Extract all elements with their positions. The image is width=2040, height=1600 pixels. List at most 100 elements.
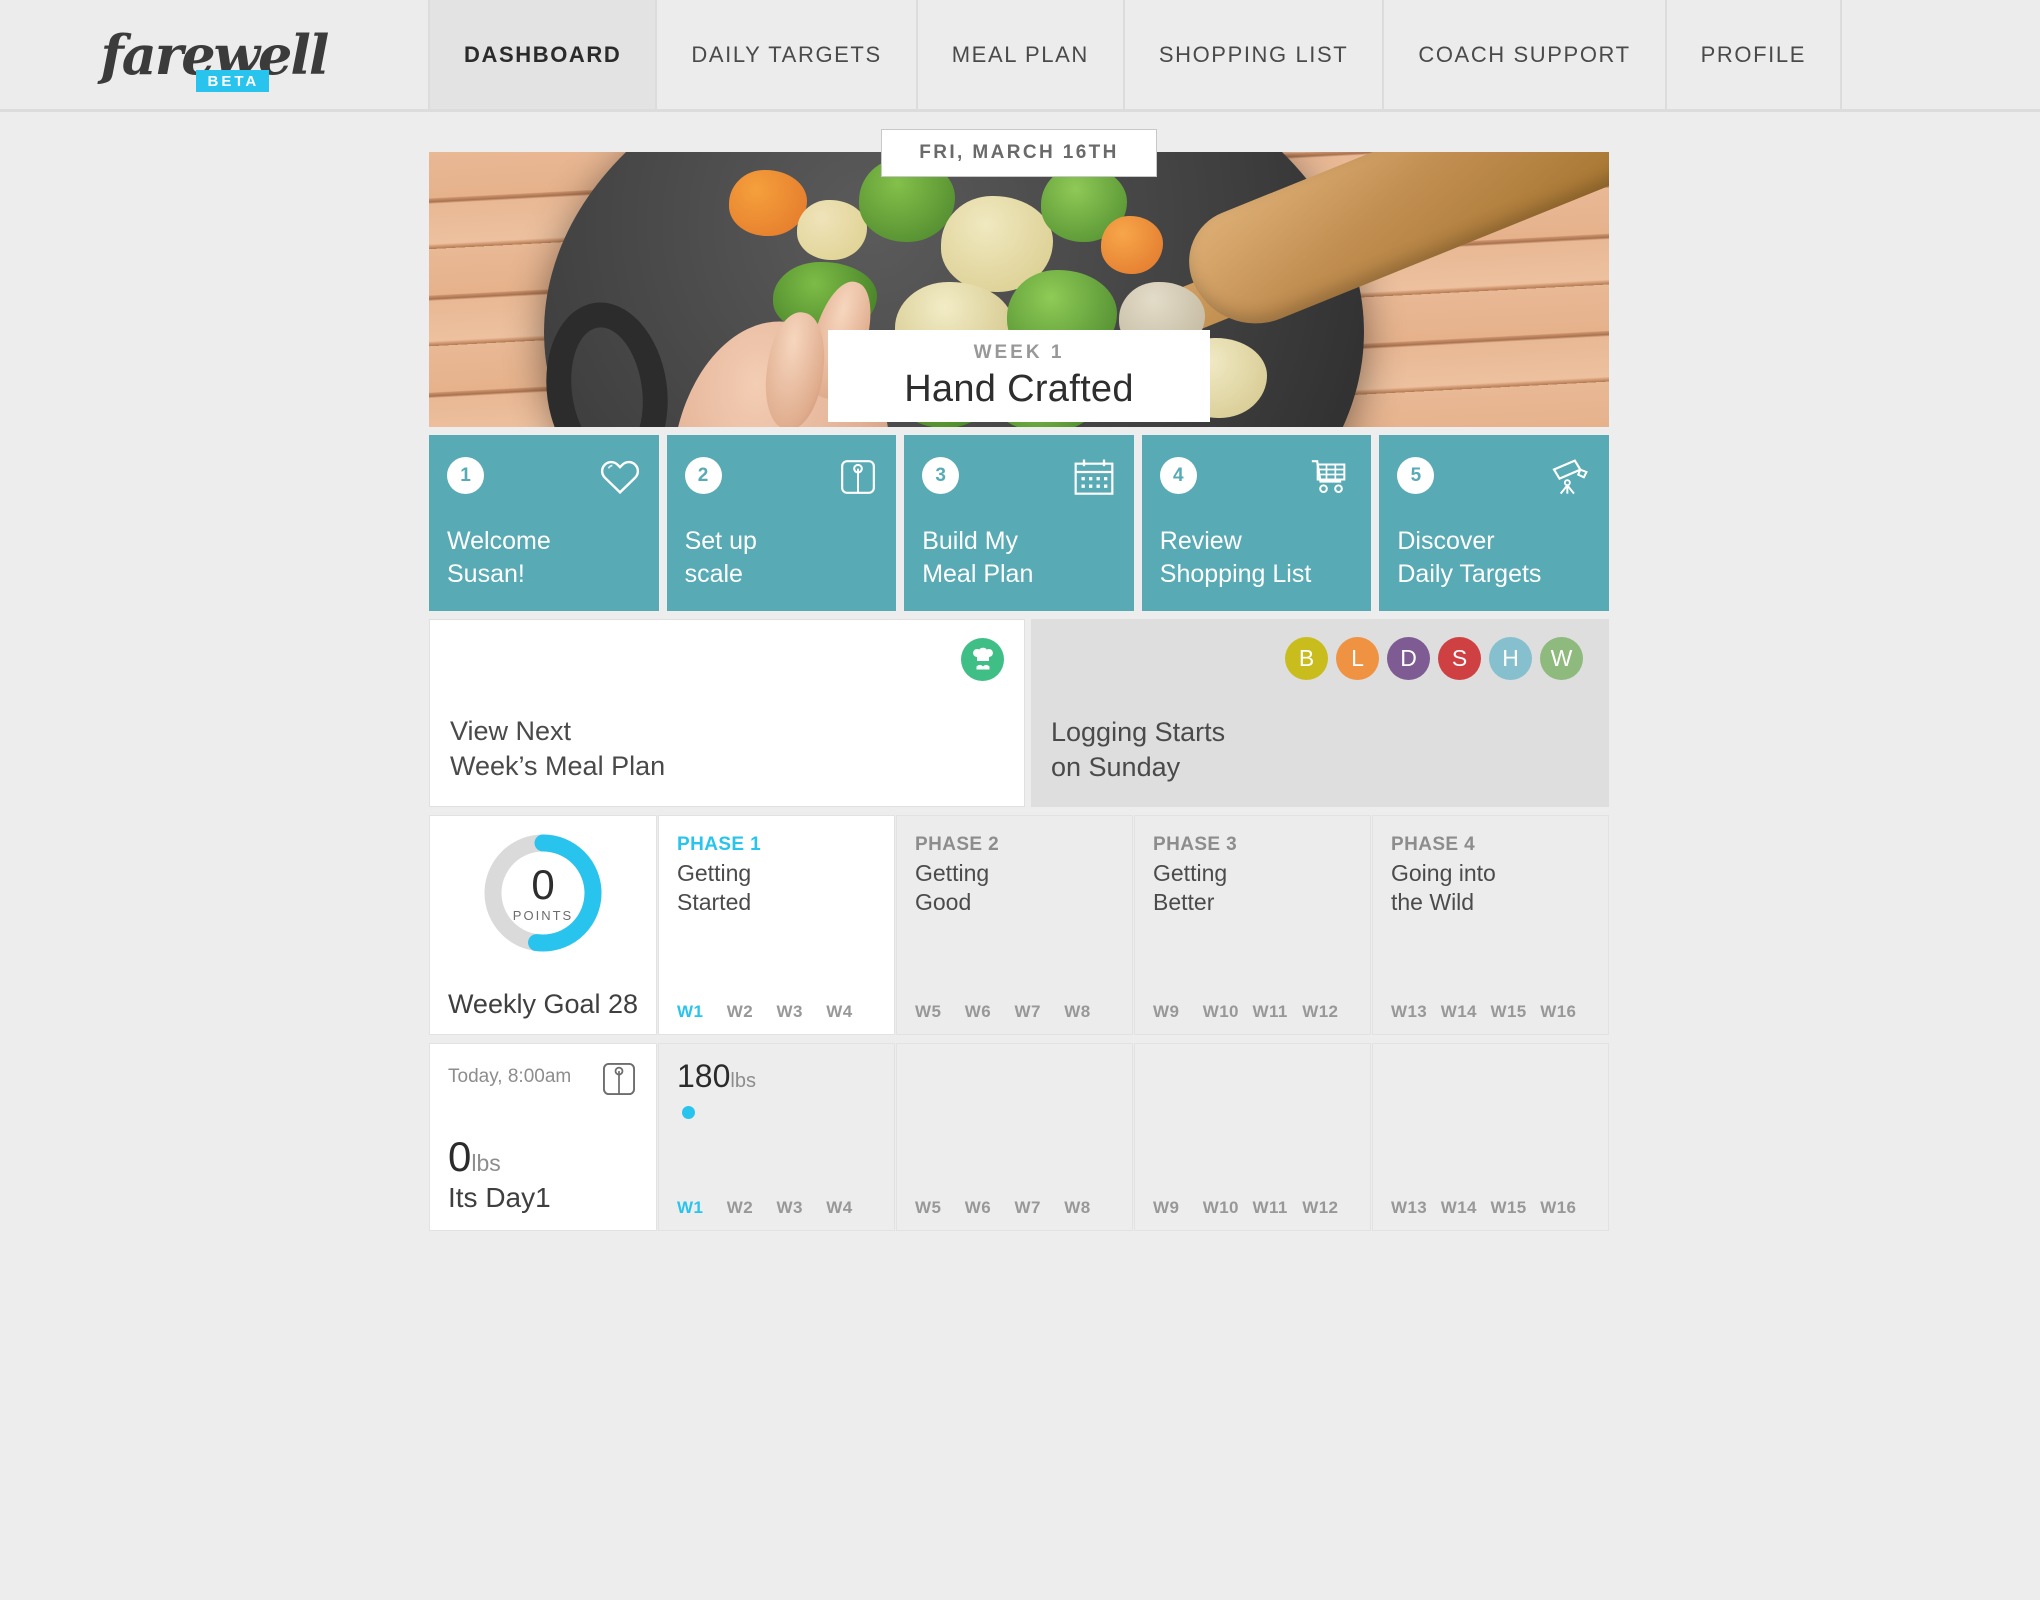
chart-week-tick-w5[interactable]: W5 xyxy=(915,1198,965,1218)
chart-week-tick-w2[interactable]: W2 xyxy=(727,1198,777,1218)
points-value: 0 xyxy=(531,860,555,908)
week-tick-w3[interactable]: W3 xyxy=(777,1002,827,1022)
phase-2-line2: Good xyxy=(915,889,972,916)
meal-dot-lunch[interactable]: L xyxy=(1336,637,1379,680)
chart-week-tick-w8[interactable]: W8 xyxy=(1064,1198,1114,1218)
week-tick-w6[interactable]: W6 xyxy=(965,1002,1015,1022)
weight-chart-group-4[interactable]: W13 W14 W15 W16 xyxy=(1372,1043,1609,1231)
phase-3-weeks: W9 W10 W11 W12 xyxy=(1153,1002,1352,1022)
phase-2-header: PHASE 2 xyxy=(915,834,1000,855)
phase-column-4[interactable]: PHASE 4 Going into the Wild W13 W14 W15 … xyxy=(1372,815,1609,1035)
weight-chart-group-2[interactable]: W5 W6 W7 W8 xyxy=(896,1043,1133,1231)
chart-week-tick-w1[interactable]: W1 xyxy=(677,1198,727,1218)
dashboard-content: FRI, MARCH 16TH WEEK 1 Hand Crafted 1 We… xyxy=(429,112,1609,1231)
week-tick-w13[interactable]: W13 xyxy=(1391,1002,1441,1022)
week-tick-w12[interactable]: W12 xyxy=(1302,1002,1352,1022)
phase-progress-row: 0 POINTS Weekly Goal 28 PHASE 1 Getting … xyxy=(429,815,1609,1035)
phase-1-description: Getting Started xyxy=(677,859,876,918)
weight-chart-weeks-2: W5 W6 W7 W8 xyxy=(915,1198,1114,1218)
chart-week-tick-w9[interactable]: W9 xyxy=(1153,1198,1203,1218)
week-tick-w16[interactable]: W16 xyxy=(1540,1002,1590,1022)
week-tick-w1[interactable]: W1 xyxy=(677,1002,727,1022)
chart-week-tick-w7[interactable]: W7 xyxy=(1015,1198,1065,1218)
step-card-scale[interactable]: 2 Set up scale xyxy=(666,435,897,611)
week-tick-w2[interactable]: W2 xyxy=(727,1002,777,1022)
phase-2-line1: Getting xyxy=(915,860,990,886)
meal-plan-card-label: View Next Week’s Meal Plan xyxy=(450,714,1004,784)
brand-logo[interactable]: farewell BETA xyxy=(0,0,430,109)
chart-week-tick-w15[interactable]: W15 xyxy=(1491,1198,1541,1218)
step-card-welcome[interactable]: 1 Welcome Susan! xyxy=(429,435,659,611)
tab-dashboard[interactable]: DASHBOARD xyxy=(430,0,658,109)
weight-chart-group-1[interactable]: 180lbs W1 W2 W3 W4 xyxy=(658,1043,895,1231)
scale-icon xyxy=(603,1063,635,1095)
nav-filler xyxy=(1842,0,2040,109)
phase-column-2[interactable]: PHASE 2 Getting Good W5 W6 W7 W8 xyxy=(896,815,1133,1035)
meal-dot-hydration[interactable]: H xyxy=(1489,637,1532,680)
phase-column-1[interactable]: PHASE 1 Getting Started W1 W2 W3 W4 xyxy=(658,815,895,1035)
meal-dot-dinner[interactable]: D xyxy=(1387,637,1430,680)
carrot-slice xyxy=(1101,216,1163,274)
meal-dot-breakfast[interactable]: B xyxy=(1285,637,1328,680)
week-tick-w15[interactable]: W15 xyxy=(1491,1002,1541,1022)
chart-week-tick-w6[interactable]: W6 xyxy=(965,1198,1015,1218)
meal-plan-line2: Week’s Meal Plan xyxy=(450,750,666,781)
weekly-points-card[interactable]: 0 POINTS Weekly Goal 28 xyxy=(429,815,657,1035)
step-card-daily-targets[interactable]: 5 Discover Daily Targets xyxy=(1379,435,1609,611)
weight-change-row: 0lbs xyxy=(448,1136,638,1178)
tab-coach-support[interactable]: COACH SUPPORT xyxy=(1384,0,1667,109)
chef-hat-glyph xyxy=(972,647,993,669)
week-tick-w9[interactable]: W9 xyxy=(1153,1002,1203,1022)
step-card-label: Review Shopping List xyxy=(1160,525,1354,591)
chart-week-tick-w10[interactable]: W10 xyxy=(1203,1198,1253,1218)
tab-profile[interactable]: PROFILE xyxy=(1667,0,1842,109)
week-hero-banner[interactable]: WEEK 1 Hand Crafted xyxy=(429,152,1609,427)
step-card-label: Welcome Susan! xyxy=(447,525,641,591)
logging-line1: Logging Starts xyxy=(1051,716,1226,747)
weight-chart-group-3[interactable]: W9 W10 W11 W12 xyxy=(1134,1043,1371,1231)
meal-dot-snack[interactable]: S xyxy=(1438,637,1481,680)
chart-week-tick-w3[interactable]: W3 xyxy=(777,1198,827,1218)
step-card-meal-plan[interactable]: 3 Build My Meal Plan xyxy=(904,435,1134,611)
tab-shopping-list[interactable]: SHOPPING LIST xyxy=(1125,0,1385,109)
weight-card-header: Today, 8:00am xyxy=(448,1060,638,1098)
weight-chart-weeks-3: W9 W10 W11 W12 xyxy=(1153,1198,1352,1218)
week-tick-w5[interactable]: W5 xyxy=(915,1002,965,1022)
week-tick-w14[interactable]: W14 xyxy=(1441,1002,1491,1022)
chart-week-tick-w13[interactable]: W13 xyxy=(1391,1198,1441,1218)
next-week-meal-plan-card[interactable]: View Next Week’s Meal Plan xyxy=(429,619,1025,807)
weight-change-value: 0 xyxy=(448,1133,472,1180)
week-tick-w4[interactable]: W4 xyxy=(826,1002,876,1022)
chart-week-tick-w12[interactable]: W12 xyxy=(1302,1198,1352,1218)
step-card-shopping-list[interactable]: 4 Review Shopping List xyxy=(1141,435,1372,611)
shopping-cart-icon xyxy=(1312,460,1346,493)
chart-week-tick-w14[interactable]: W14 xyxy=(1441,1198,1491,1218)
week-tick-w11[interactable]: W11 xyxy=(1253,1002,1303,1022)
cauliflower-floret xyxy=(797,200,867,260)
tab-meal-plan[interactable]: MEAL PLAN xyxy=(918,0,1125,109)
step-number-badge: 4 xyxy=(1159,457,1197,494)
weight-chart-weeks-4: W13 W14 W15 W16 xyxy=(1391,1198,1590,1218)
weight-summary-card[interactable]: Today, 8:00am 0lbs Its Day1 xyxy=(429,1043,657,1231)
phase-1-header: PHASE 1 xyxy=(677,834,762,855)
step-number-badge: 5 xyxy=(1397,457,1435,494)
phase-1-line2: Started xyxy=(677,889,752,916)
phase-3-line1: Getting xyxy=(1153,860,1228,886)
phase-column-3[interactable]: PHASE 3 Getting Better W9 W10 W11 W12 xyxy=(1134,815,1371,1035)
phase-3-text: PHASE 3 Getting Better xyxy=(1153,834,1352,918)
chart-week-tick-w16[interactable]: W16 xyxy=(1540,1198,1590,1218)
meal-plan-line1: View Next xyxy=(450,715,572,746)
weight-tracking-row: Today, 8:00am 0lbs Its Day1 180lbs W1 W2… xyxy=(429,1043,1609,1231)
weight-current-number: 180 xyxy=(677,1058,731,1094)
tab-daily-targets[interactable]: DAILY TARGETS xyxy=(657,0,918,109)
logging-start-card[interactable]: B L D S H W Logging Starts on Sunday xyxy=(1031,619,1609,807)
step-card-label: Discover Daily Targets xyxy=(1397,525,1591,591)
week-tick-w7[interactable]: W7 xyxy=(1015,1002,1065,1022)
chart-week-tick-w11[interactable]: W11 xyxy=(1253,1198,1303,1218)
meal-dot-workout[interactable]: W xyxy=(1540,637,1583,680)
carrot-slice xyxy=(729,170,807,236)
week-tick-w10[interactable]: W10 xyxy=(1203,1002,1253,1022)
chart-week-tick-w4[interactable]: W4 xyxy=(826,1198,876,1218)
heart-icon xyxy=(600,460,639,495)
week-tick-w8[interactable]: W8 xyxy=(1064,1002,1114,1022)
